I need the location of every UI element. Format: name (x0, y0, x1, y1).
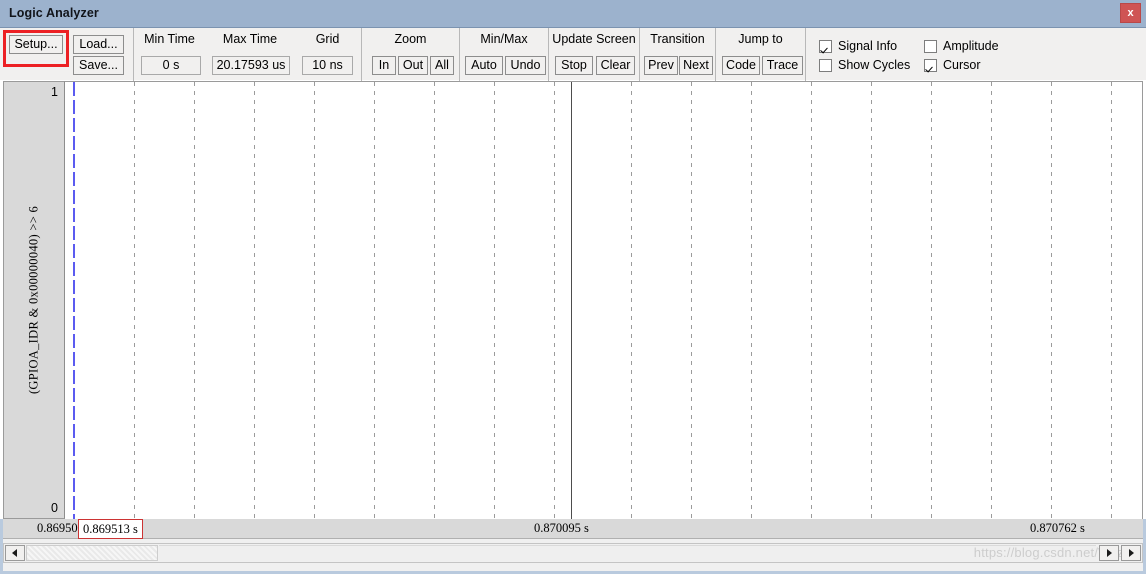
transition-prev-button[interactable]: Prev (644, 56, 678, 75)
save-button[interactable]: Save... (73, 56, 124, 75)
scroll-left-button[interactable] (5, 545, 25, 561)
toolbar-group-zoom: Zoom In Out All (361, 28, 459, 81)
axis-high-value: 1 (51, 85, 58, 99)
chevron-right-icon (1107, 549, 1112, 557)
gridline (691, 82, 692, 519)
zoom-out-button[interactable]: Out (398, 56, 428, 75)
toolbar-group-jump-to: Jump to Code Trace (715, 28, 805, 81)
signal-name-label: (GPIOA_IDR & 0x00000040) >> 6 (26, 205, 41, 395)
jump-to-trace-button[interactable]: Trace (762, 56, 803, 75)
toolbar-group-transition: Transition Prev Next (639, 28, 715, 81)
cursor-time-tooltip: 0.869513 s (78, 519, 143, 539)
min-time-label: Min Time (144, 32, 195, 46)
logic-analyzer-window: Logic Analyzer x Setup... Load... Save..… (0, 0, 1146, 574)
gridline (1111, 82, 1112, 519)
time-axis-bar: 0.869505 s 0.870095 s 0.870762 s 0.86951… (3, 519, 1143, 539)
checkbox-show-cycles-label: Show Cycles (838, 58, 911, 72)
toolbar-group-file: Setup... Load... Save... (0, 28, 137, 81)
gridline (811, 82, 812, 519)
gridline (434, 82, 435, 519)
time-label-right: 0.870762 s (1030, 521, 1085, 535)
time-label-center: 0.870095 s (534, 521, 589, 535)
zoom-all-button[interactable]: All (430, 56, 454, 75)
update-stop-button[interactable]: Stop (555, 56, 593, 75)
gridline (871, 82, 872, 519)
horizontal-scrollbar[interactable]: https://blog.csdn.net/Wzz (3, 543, 1143, 563)
checkbox-signal-info-label: Signal Info (838, 39, 898, 53)
checkbox-amplitude-box[interactable] (924, 40, 937, 53)
time-marker-line[interactable] (571, 82, 572, 519)
scrollbar-track[interactable] (159, 545, 1096, 561)
signal-axis-panel: 1 0 (GPIOA_IDR & 0x00000040) >> 6 (3, 81, 65, 519)
toolbar-group-update-screen: Update Screen Stop Clear (548, 28, 639, 81)
gridline (374, 82, 375, 519)
toolbar-group-max-time: Max Time 20.17593 us (205, 28, 295, 81)
gridline (1051, 82, 1052, 519)
checkbox-cursor-box[interactable] (924, 59, 937, 72)
gridline (631, 82, 632, 519)
chevron-right-end-icon (1129, 549, 1134, 557)
minmax-undo-button[interactable]: Undo (505, 56, 546, 75)
toolbar: Setup... Load... Save... Min Time 0 s Ma… (0, 28, 1146, 81)
scroll-right-button[interactable] (1099, 545, 1119, 561)
transition-next-button[interactable]: Next (679, 56, 713, 75)
cursor-line[interactable] (73, 82, 75, 519)
max-time-label: Max Time (222, 32, 278, 46)
waveform-canvas[interactable] (65, 81, 1143, 519)
checkbox-cursor-label: Cursor (943, 58, 981, 72)
close-icon[interactable]: x (1120, 3, 1141, 23)
grid-field[interactable]: 10 ns (302, 56, 353, 75)
grid-label: Grid (315, 32, 340, 46)
zoom-in-button[interactable]: In (372, 56, 396, 75)
gridline (254, 82, 255, 519)
checkbox-amplitude-label: Amplitude (943, 39, 999, 53)
gridline (991, 82, 992, 519)
zoom-label: Zoom (394, 32, 427, 46)
max-time-field[interactable]: 20.17593 us (212, 56, 290, 75)
update-screen-label: Update Screen (552, 32, 636, 46)
toolbar-group-min-time: Min Time 0 s (133, 28, 205, 81)
transition-label: Transition (650, 32, 705, 46)
axis-low-value: 0 (51, 501, 58, 515)
gridline (554, 82, 555, 519)
gridline (194, 82, 195, 519)
setup-button[interactable]: Setup... (9, 35, 63, 54)
update-clear-button[interactable]: Clear (596, 56, 635, 75)
toolbar-group-minmax: Min/Max Auto Undo (459, 28, 548, 81)
jump-to-label: Jump to (738, 32, 783, 46)
scroll-end-button[interactable] (1121, 545, 1141, 561)
gridline (751, 82, 752, 519)
load-button[interactable]: Load... (73, 35, 124, 54)
gridline (494, 82, 495, 519)
chevron-left-icon (12, 549, 17, 557)
gridline (931, 82, 932, 519)
min-time-field[interactable]: 0 s (141, 56, 201, 75)
gridline (134, 82, 135, 519)
checkbox-signal-info-box[interactable] (819, 40, 832, 53)
gridline (314, 82, 315, 519)
scrollbar-thumb[interactable] (26, 545, 158, 561)
window-title: Logic Analyzer (9, 6, 99, 20)
plot-area: 1 0 (GPIOA_IDR & 0x00000040) >> 6 (0, 81, 1146, 519)
window-titlebar: Logic Analyzer x (0, 0, 1146, 28)
toolbar-group-grid: Grid 10 ns (295, 28, 360, 81)
minmax-label: Min/Max (480, 32, 528, 46)
jump-to-code-button[interactable]: Code (722, 56, 760, 75)
toolbar-group-options: Signal Info Show Cycles Amplitude Cursor (805, 28, 1146, 81)
checkbox-show-cycles-box[interactable] (819, 59, 832, 72)
minmax-auto-button[interactable]: Auto (465, 56, 503, 75)
